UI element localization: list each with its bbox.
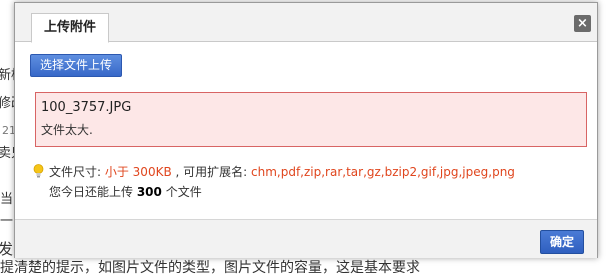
close-icon: × — [577, 16, 588, 31]
background-text: 提清楚的提示，如图片文件的类型，图片文件的容量，这是基本要求 — [0, 260, 420, 276]
allowed-extensions: chm,pdf,zip,rar,tar,gz,bzip2,gif,jpg,jpe… — [251, 165, 515, 179]
tab-upload-attachment[interactable]: 上传附件 — [31, 13, 110, 43]
error-filename: 100_3757.JPG — [41, 100, 132, 115]
background-text: 当 — [0, 192, 14, 207]
upload-attachment-dialog: 上传附件 × 选择文件上传 100_3757.JPG 文件太大. 文件尺寸: 小… — [14, 2, 598, 258]
close-button[interactable]: × — [574, 15, 591, 32]
dialog-footer: 确定 — [15, 219, 597, 258]
extensions-label: , 可用扩展名: — [171, 165, 251, 179]
error-text: 文件太大. — [41, 123, 93, 137]
remaining-prefix: 您今日还能上传 — [49, 185, 137, 199]
error-message-box: 100_3757.JPG 文件太大. — [35, 92, 587, 147]
confirm-button[interactable]: 确定 — [539, 230, 584, 254]
file-size-limit: 小于 300KB — [104, 165, 172, 179]
remaining-count: 300 — [136, 185, 162, 199]
background-text: 发 — [0, 240, 14, 258]
background-text: 一 — [0, 214, 14, 229]
select-file-upload-button[interactable]: 选择文件上传 — [30, 54, 123, 77]
remaining-uploads: 您今日还能上传 300 个文件 — [49, 183, 202, 200]
file-size-info: 文件尺寸: 小于 300KB , 可用扩展名: chm,pdf,zip,rar,… — [49, 163, 515, 180]
remaining-suffix: 个文件 — [161, 185, 202, 199]
lightbulb-icon — [33, 164, 44, 178]
file-size-label: 文件尺寸: — [49, 165, 105, 179]
dialog-header: 上传附件 × — [15, 3, 597, 43]
